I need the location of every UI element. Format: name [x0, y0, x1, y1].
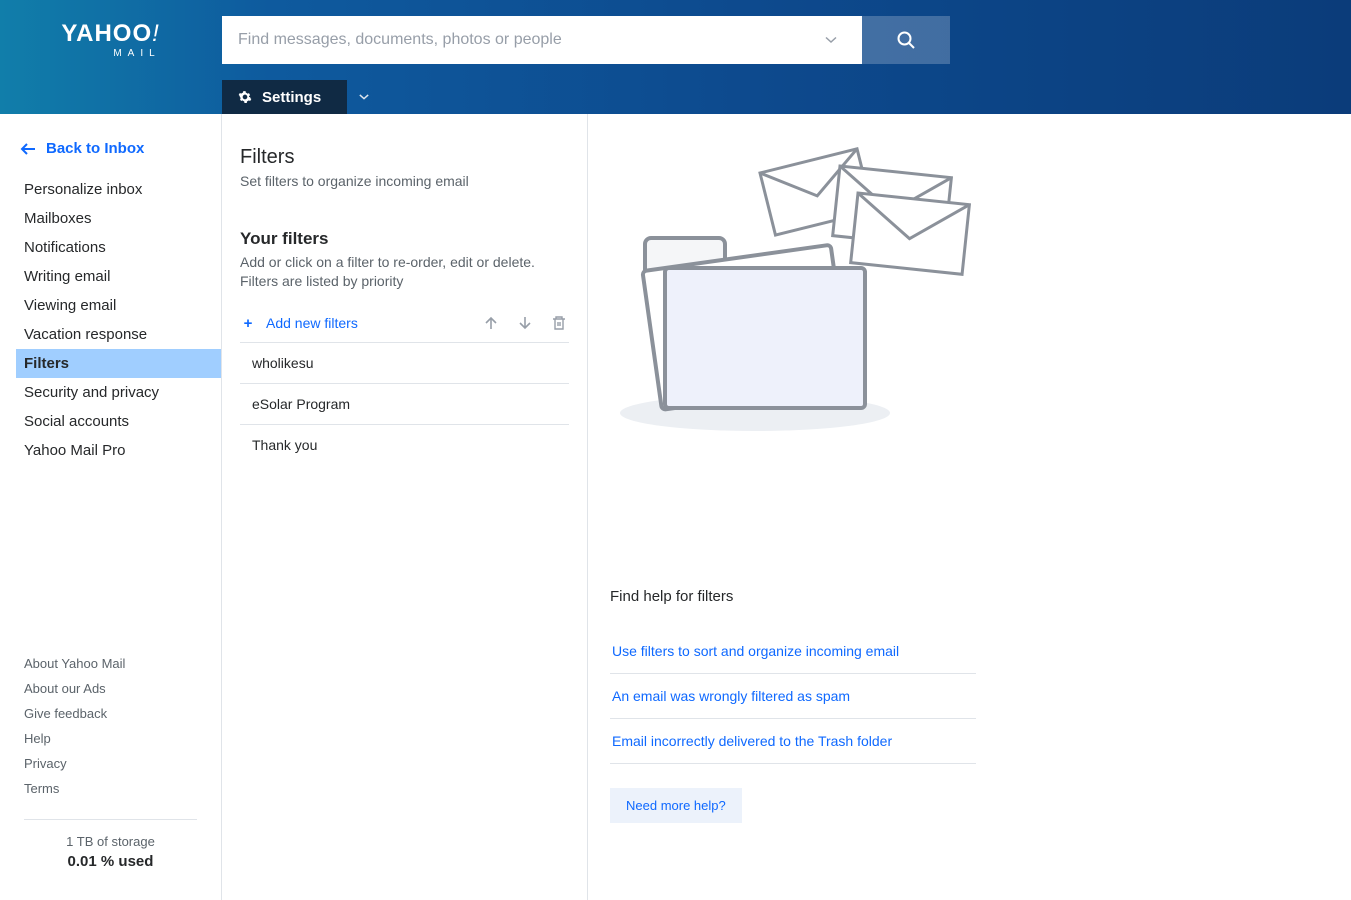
trash-icon [551, 315, 567, 331]
sidebar: Back to Inbox Personalize inbox Mailboxe… [0, 114, 222, 900]
nav-item-notifications[interactable]: Notifications [0, 233, 221, 262]
gear-icon [238, 90, 252, 104]
search-box [222, 16, 862, 64]
help-heading: Find help for filters [610, 588, 1311, 605]
filter-actions [483, 315, 567, 331]
body: Back to Inbox Personalize inbox Mailboxe… [0, 114, 1351, 900]
footer-link-give-feedback[interactable]: Give feedback [24, 701, 197, 726]
help-panel: Find help for filters Use filters to sor… [588, 114, 1351, 900]
help-link-trash-folder[interactable]: Email incorrectly delivered to the Trash… [610, 719, 976, 764]
delete-button[interactable] [551, 315, 567, 331]
plus-icon: + [242, 315, 254, 332]
filter-list: wholikesu eSolar Program Thank you [240, 343, 569, 465]
back-to-inbox-link[interactable]: Back to Inbox [0, 132, 221, 175]
nav-item-writing-email[interactable]: Writing email [0, 262, 221, 291]
chevron-down-icon [359, 92, 369, 102]
tab-settings-label: Settings [262, 89, 321, 106]
panel-subtitle: Set filters to organize incoming email [240, 173, 569, 189]
nav-item-filters[interactable]: Filters [16, 349, 221, 378]
storage-used: 0.01 % used [24, 853, 197, 870]
sidebar-footer: About Yahoo Mail About our Ads Give feed… [0, 651, 221, 900]
filter-row[interactable]: eSolar Program [240, 384, 569, 425]
footer-link-privacy[interactable]: Privacy [24, 751, 197, 776]
footer-link-terms[interactable]: Terms [24, 776, 197, 801]
nav-item-security-privacy[interactable]: Security and privacy [0, 378, 221, 407]
logo[interactable]: YAHOO! MAIL [0, 22, 222, 59]
search-bar [222, 16, 950, 64]
panel-title: Filters [240, 146, 569, 169]
move-up-button[interactable] [483, 315, 499, 331]
arrow-up-icon [483, 315, 499, 331]
help-links: Use filters to sort and organize incomin… [610, 629, 976, 764]
tab-expand-toggle[interactable] [347, 80, 381, 114]
tab-bar: Settings [0, 80, 1351, 114]
nav-item-personalize[interactable]: Personalize inbox [0, 175, 221, 204]
top-header: YAHOO! MAIL [0, 0, 1351, 80]
help-link-use-filters[interactable]: Use filters to sort and organize incomin… [610, 629, 976, 674]
your-filters-desc: Add or click on a filter to re-order, ed… [240, 253, 569, 291]
settings-nav: Personalize inbox Mailboxes Notification… [0, 175, 221, 465]
nav-item-viewing-email[interactable]: Viewing email [0, 291, 221, 320]
add-new-filters-label: Add new filters [266, 315, 358, 331]
storage-total: 1 TB of storage [24, 834, 197, 849]
filter-row[interactable]: wholikesu [240, 343, 569, 384]
tab-settings[interactable]: Settings [222, 80, 347, 114]
back-label: Back to Inbox [46, 140, 144, 157]
filters-panel: Filters Set filters to organize incoming… [222, 114, 588, 900]
filters-illustration [610, 138, 980, 438]
nav-item-mailboxes[interactable]: Mailboxes [0, 204, 221, 233]
footer-link-help[interactable]: Help [24, 726, 197, 751]
arrow-left-icon [20, 142, 36, 156]
search-button[interactable] [862, 16, 950, 64]
nav-item-social-accounts[interactable]: Social accounts [0, 407, 221, 436]
arrow-down-icon [517, 315, 533, 331]
folder-envelopes-icon [610, 138, 980, 438]
nav-item-vacation-response[interactable]: Vacation response [0, 320, 221, 349]
move-down-button[interactable] [517, 315, 533, 331]
filter-row[interactable]: Thank you [240, 425, 569, 465]
chevron-down-icon [825, 34, 837, 46]
search-icon [896, 30, 916, 50]
footer-link-about-our-ads[interactable]: About our Ads [24, 676, 197, 701]
help-section: Find help for filters Use filters to sor… [610, 588, 1311, 823]
search-input[interactable] [238, 31, 816, 49]
your-filters-title: Your filters [240, 229, 569, 249]
nav-item-yahoo-mail-pro[interactable]: Yahoo Mail Pro [0, 436, 221, 465]
footer-link-about-yahoo-mail[interactable]: About Yahoo Mail [24, 651, 197, 676]
need-more-help-button[interactable]: Need more help? [610, 788, 742, 823]
filter-toolbar: + Add new filters [240, 315, 569, 343]
logo-text: YAHOO [61, 20, 152, 47]
logo-exclaim: ! [152, 20, 160, 47]
logo-subtext: MAIL [113, 48, 160, 59]
your-filters-section: Your filters Add or click on a filter to… [240, 229, 569, 465]
help-link-wrongly-spam[interactable]: An email was wrongly filtered as spam [610, 674, 976, 719]
add-new-filters-button[interactable]: + Add new filters [242, 315, 358, 332]
search-dropdown-toggle[interactable] [816, 34, 846, 46]
divider [24, 819, 197, 820]
